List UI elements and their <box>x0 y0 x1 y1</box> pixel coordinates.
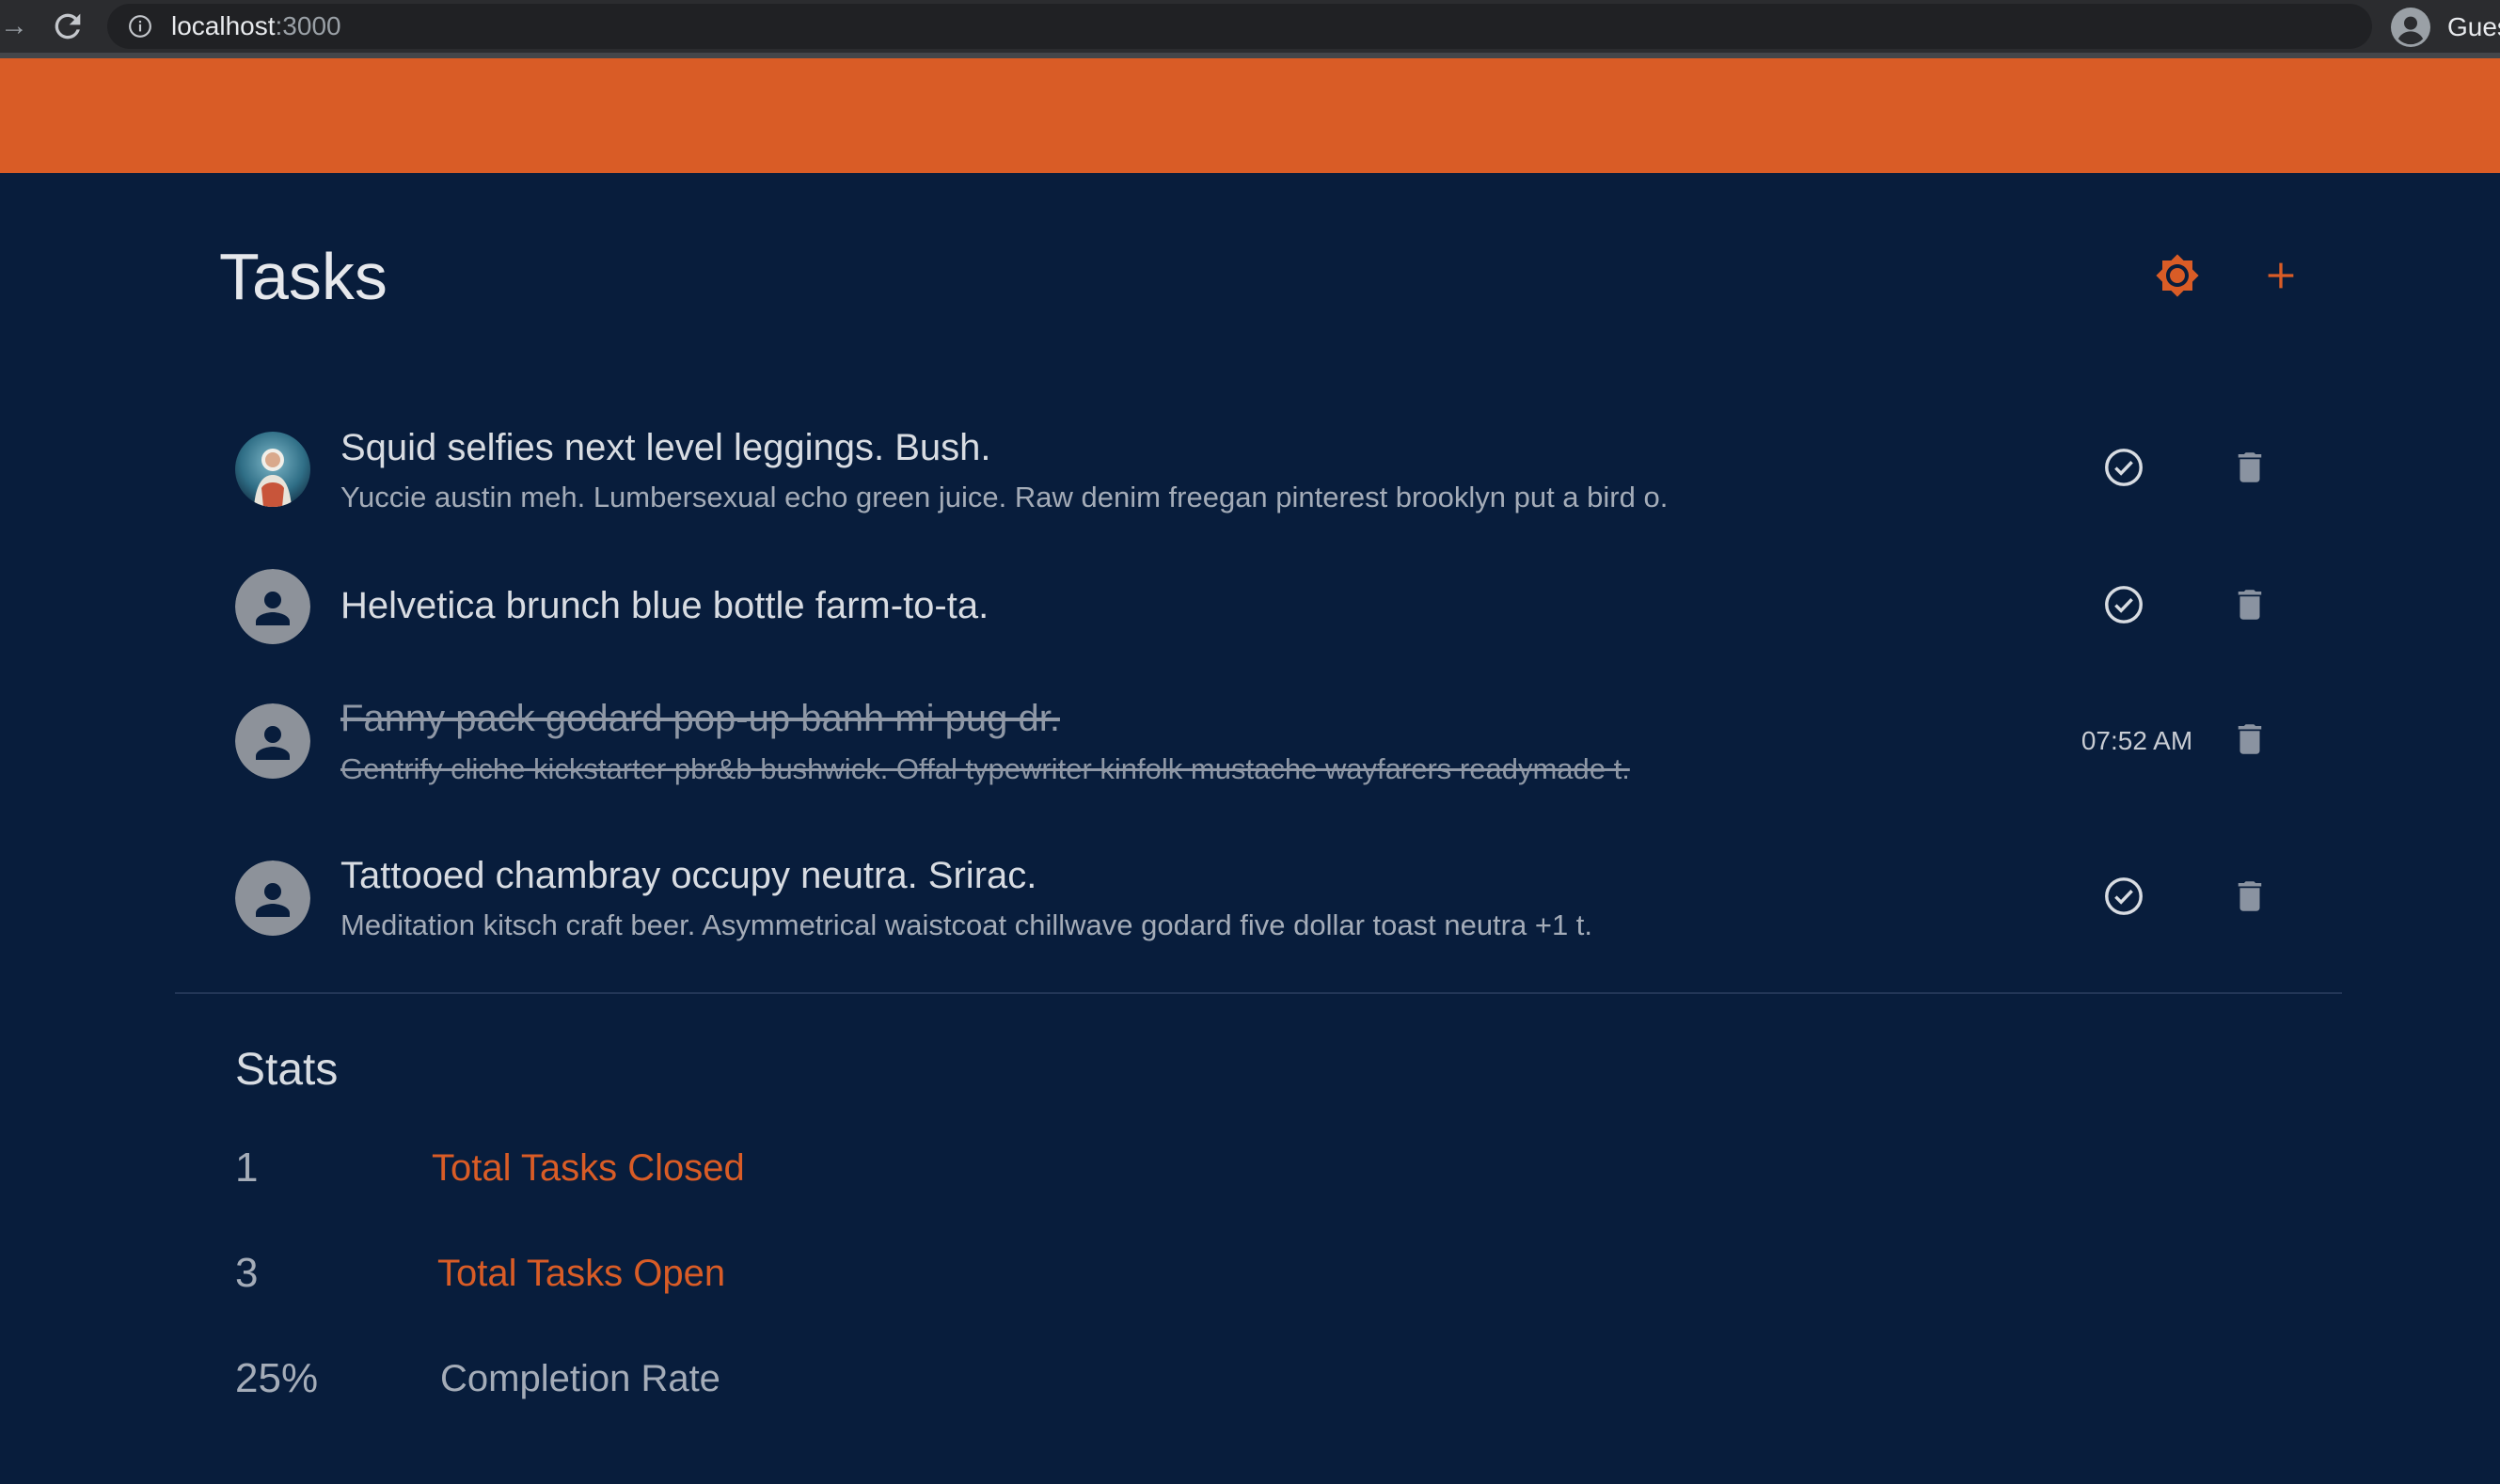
avatar <box>235 432 310 507</box>
task-description: Yuccie austin meh. Lumbersexual echo gre… <box>340 481 1669 513</box>
closed-time: 07:52 AM <box>2081 726 2193 755</box>
trash-icon <box>2230 719 2270 764</box>
stat-rate-value: 25% <box>235 1355 319 1401</box>
trash-icon <box>2230 876 2270 921</box>
stat-closed-label: Total Tasks Closed <box>432 1147 745 1189</box>
delete-task-button[interactable] <box>2220 711 2280 771</box>
plus-icon <box>2262 257 2300 299</box>
task-row[interactable]: Helvetica brunch blue bottle farm-to-ta. <box>175 564 2338 649</box>
profile-label: Guest <box>2447 12 2500 41</box>
stat-rate-label: Completion Rate <box>440 1358 720 1399</box>
task-description: Gentrify cliche kickstarter pbr&b bushwi… <box>340 752 1630 785</box>
check-circle-icon <box>2102 875 2145 923</box>
url-host: localhost <box>171 11 276 40</box>
avatar <box>235 569 310 644</box>
profile-avatar-icon <box>2391 8 2430 47</box>
task-title: Tattooed chambray occupy neutra. Srirac. <box>340 855 1037 896</box>
avatar <box>235 703 310 779</box>
forward-arrow-icon[interactable]: → <box>0 9 28 43</box>
trash-icon <box>2230 585 2270 629</box>
task-row[interactable]: Tattooed chambray occupy neutra. Srirac.… <box>175 842 2338 964</box>
add-task-button[interactable] <box>2248 245 2314 310</box>
settings-button[interactable] <box>2144 245 2210 310</box>
stat-open-label: Total Tasks Open <box>437 1253 726 1294</box>
url-port: :3000 <box>275 11 341 40</box>
check-circle-icon <box>2102 583 2145 631</box>
profile-button[interactable]: Guest <box>2389 6 2500 49</box>
complete-task-button[interactable] <box>2094 439 2154 499</box>
delete-task-button[interactable] <box>2220 576 2280 637</box>
task-title: Fanny pack godard pop-up banh mi pug dr. <box>340 698 1060 739</box>
stats-heading: Stats <box>235 1045 339 1095</box>
list-divider <box>175 992 2342 994</box>
stat-open-value: 3 <box>235 1250 259 1296</box>
settings-gear-icon <box>2155 253 2200 303</box>
avatar <box>235 860 310 936</box>
browser-toolbar: → localhost:3000 Guest <box>0 0 2500 55</box>
page-title: Tasks <box>219 240 388 313</box>
app-bar <box>0 58 2500 173</box>
delete-task-button[interactable] <box>2220 439 2280 499</box>
task-row[interactable]: Fanny pack godard pop-up banh mi pug dr.… <box>175 682 2338 804</box>
address-bar[interactable]: localhost:3000 <box>107 4 2372 49</box>
task-title: Squid selfies next level leggings. Bush. <box>340 427 991 468</box>
task-title: Helvetica brunch blue bottle farm-to-ta. <box>340 585 989 626</box>
task-description: Meditation kitsch craft beer. Asymmetric… <box>340 908 1593 941</box>
complete-task-button[interactable] <box>2094 868 2154 928</box>
site-info-icon[interactable] <box>128 14 152 39</box>
complete-task-button[interactable] <box>2094 576 2154 637</box>
url-text: localhost:3000 <box>171 4 341 49</box>
reload-icon[interactable] <box>49 8 87 45</box>
delete-task-button[interactable] <box>2220 868 2280 928</box>
stat-closed-value: 1 <box>235 1145 259 1191</box>
check-circle-icon <box>2102 446 2145 494</box>
task-row[interactable]: Squid selfies next level leggings. Bush.… <box>175 414 2338 536</box>
trash-icon <box>2230 448 2270 492</box>
